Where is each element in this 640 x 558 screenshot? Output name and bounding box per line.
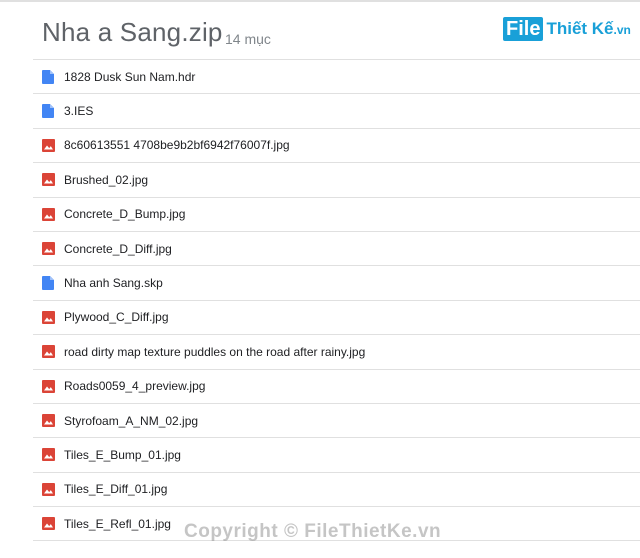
watermark-suffix: .vn: [613, 23, 631, 37]
file-row[interactable]: 1828 Dusk Sun Nam.hdr: [33, 60, 640, 95]
file-name: Roads0059_4_preview.jpg: [64, 379, 206, 394]
file-row[interactable]: Tiles_E_Bump_01.jpg: [33, 438, 640, 473]
file-name: Concrete_D_Bump.jpg: [64, 207, 186, 222]
archive-title: Nha a Sang.zip: [42, 17, 223, 47]
image-icon: [42, 517, 55, 531]
file-name: Nha anh Sang.skp: [64, 276, 163, 291]
file-row[interactable]: Roads0059_4_preview.jpg: [33, 370, 640, 404]
file-row[interactable]: Plywood_C_Diff.jpg: [33, 301, 640, 336]
watermark-logo-mark: File: [503, 17, 544, 41]
file-name: Tiles_E_Refl_01.jpg: [64, 516, 171, 531]
image-icon: [42, 482, 55, 497]
file-row[interactable]: Nha anh Sang.skp: [33, 266, 640, 301]
document-icon: [42, 70, 54, 84]
file-list: 1828 Dusk Sun Nam.hdr 3.IES 8c60613551 470…: [33, 59, 640, 542]
file-name: Tiles_E_Bump_01.jpg: [64, 447, 181, 462]
document-icon: [42, 104, 54, 119]
file-name: Tiles_E_Diff_01.jpg: [64, 482, 168, 497]
file-row[interactable]: Concrete_D_Diff.jpg: [33, 232, 640, 267]
header: Nha a Sang.zip 14 mục File Thiết Kế.vn: [0, 2, 640, 64]
watermark-brand-name: Thiết Kế: [546, 19, 614, 38]
file-name: road dirty map texture puddles on the ro…: [64, 344, 366, 359]
image-icon: [42, 207, 55, 222]
image-icon: [42, 241, 55, 256]
copyright-watermark: Copyright © FileThietKe.vn: [184, 521, 442, 542]
watermark-logo: File Thiết Kế.vn: [503, 16, 631, 42]
file-name: Concrete_D_Diff.jpg: [64, 241, 172, 256]
file-row[interactable]: Brushed_02.jpg: [33, 163, 640, 198]
file-viewer: Nha a Sang.zip 14 mục File Thiết Kế.vn 1…: [0, 0, 640, 558]
file-row[interactable]: Tiles_E_Diff_01.jpg: [33, 473, 640, 508]
image-icon: [42, 413, 55, 428]
file-name: 1828 Dusk Sun Nam.hdr: [64, 69, 196, 84]
file-row[interactable]: 8c60613551 4708be9b2bf6942f76007f.jpg: [33, 129, 640, 164]
item-count: 14 mục: [225, 31, 271, 47]
document-icon: [42, 276, 54, 291]
file-name: Styrofoam_A_NM_02.jpg: [64, 413, 199, 428]
file-row[interactable]: road dirty map texture puddles on the ro…: [33, 335, 640, 370]
file-name: 8c60613551 4708be9b2bf6942f76007f.jpg: [64, 138, 290, 153]
file-name: Plywood_C_Diff.jpg: [64, 310, 169, 325]
image-icon: [42, 138, 55, 153]
image-icon: [42, 310, 55, 325]
file-name: 3.IES: [64, 104, 94, 119]
file-row[interactable]: Concrete_D_Bump.jpg: [33, 198, 640, 232]
file-row[interactable]: Styrofoam_A_NM_02.jpg: [33, 404, 640, 439]
file-row[interactable]: 3.IES: [33, 94, 640, 129]
image-icon: [42, 173, 55, 187]
image-icon: [42, 345, 55, 359]
watermark-brand: Thiết Kế.vn: [546, 19, 630, 39]
image-icon: [42, 448, 55, 462]
file-name: Brushed_02.jpg: [64, 172, 149, 187]
image-icon: [42, 379, 55, 394]
